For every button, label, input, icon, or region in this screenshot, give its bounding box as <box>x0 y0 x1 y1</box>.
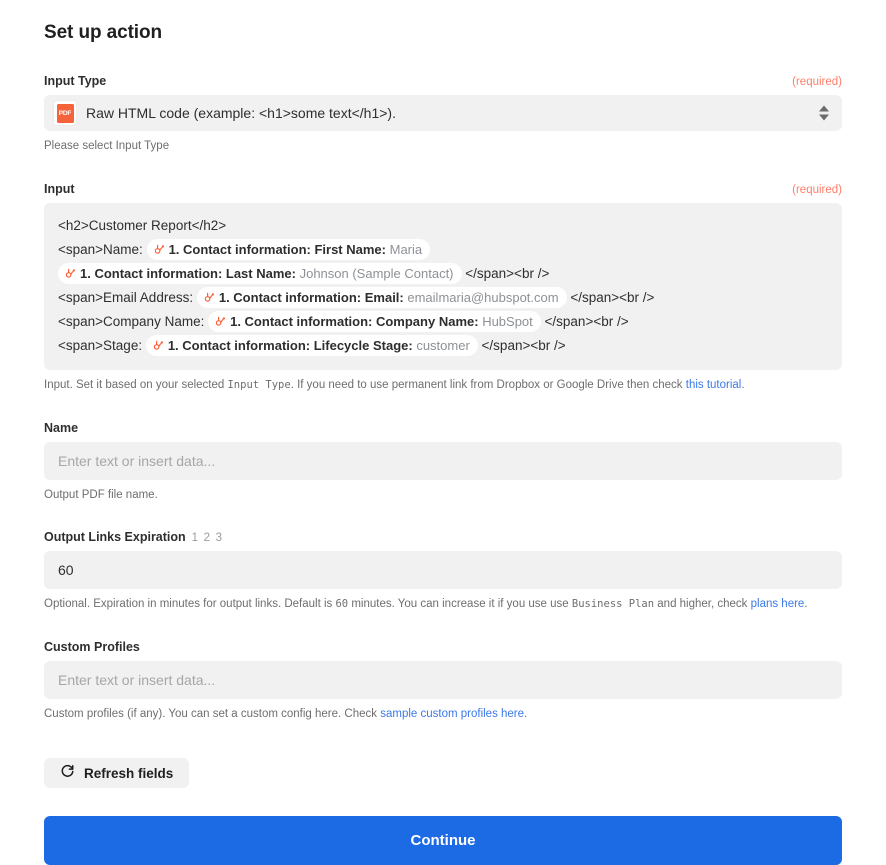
plans-here-link[interactable]: plans here <box>751 598 805 610</box>
code-line: <span>Name: 1. Contact information: Firs… <box>58 238 828 286</box>
pdf-file-icon: PDF <box>54 101 76 125</box>
custom-profiles-help: Custom profiles (if any). You can set a … <box>44 706 842 724</box>
data-token-chip[interactable]: 1. Contact information: Lifecycle Stage:… <box>146 335 478 356</box>
code-text: </span><br /> <box>567 290 655 305</box>
chevron-up-icon <box>819 106 829 112</box>
field-output-links-expiration: Output Links Expiration 1 2 3 60 Optiona… <box>44 530 842 614</box>
input-help-prefix: Input. Set it based on your selected <box>44 379 227 391</box>
code-text: </span><br /> <box>541 314 629 329</box>
expiration-help-mono-2: Business Plan <box>572 598 654 610</box>
input-type-label-left: Input Type <box>44 74 106 88</box>
field-name: Name Enter text or insert data... Output… <box>44 421 842 505</box>
name-input[interactable]: Enter text or insert data... <box>44 442 842 480</box>
custom-profiles-input[interactable]: Enter text or insert data... <box>44 661 842 699</box>
name-help: Output PDF file name. <box>44 487 842 505</box>
field-input-type: Input Type (required) PDF Raw HTML code … <box>44 74 842 156</box>
hubspot-sprocket-icon <box>152 338 168 353</box>
field-input: Input (required) <h2>Customer Report</h2… <box>44 182 842 395</box>
setup-action-page: Set up action Input Type (required) PDF … <box>0 0 886 865</box>
code-text: <span>Company Name: <box>58 314 208 329</box>
data-token-chip[interactable]: 1. Contact information: Company Name: Hu… <box>208 311 541 332</box>
expiration-help-suffix: . <box>804 598 807 610</box>
token-label: 1. Contact information: Email: <box>219 290 404 305</box>
field-custom-profiles: Custom Profiles Enter text or insert dat… <box>44 640 842 724</box>
token-label: 1. Contact information: First Name: <box>169 242 386 257</box>
refresh-icon <box>60 764 75 782</box>
input-type-label-row: Input Type (required) <box>44 74 842 88</box>
this-tutorial-link[interactable]: this tutorial <box>686 379 742 391</box>
input-required-badge: (required) <box>792 184 842 196</box>
input-type-label: Input Type <box>44 74 106 88</box>
code-text: </span><br /> <box>462 266 550 281</box>
custom-profiles-label-row: Custom Profiles <box>44 640 842 654</box>
code-line: <span>Email Address: 1. Contact informat… <box>58 286 828 310</box>
input-type-select[interactable]: PDF Raw HTML code (example: <h1>some tex… <box>44 95 842 131</box>
token-label: 1. Contact information: Last Name: <box>80 266 296 281</box>
input-label: Input <box>44 182 75 196</box>
code-text: </span><br /> <box>478 338 566 353</box>
input-label-left: Input <box>44 182 75 196</box>
code-text: <h2>Customer Report</h2> <box>58 218 226 233</box>
code-text: <span>Email Address: <box>58 290 197 305</box>
custom-profiles-label: Custom Profiles <box>44 640 140 654</box>
data-token-chip[interactable]: 1. Contact information: Last Name: Johns… <box>58 263 462 284</box>
expiration-help-prefix: Optional. Expiration in minutes for outp… <box>44 598 335 610</box>
hubspot-sprocket-icon <box>203 290 219 305</box>
custom-profiles-help-prefix: Custom profiles (if any). You can set a … <box>44 708 380 720</box>
sample-custom-profiles-link[interactable]: sample custom profiles here <box>380 708 524 720</box>
token-value: HubSpot <box>482 314 533 329</box>
token-value: customer <box>416 338 469 353</box>
hubspot-sprocket-icon <box>64 266 80 281</box>
token-value: emailmaria@hubspot.com <box>407 290 558 305</box>
select-stepper-arrows-icon[interactable] <box>819 106 829 121</box>
expiration-type-hint: 1 2 3 <box>192 532 224 544</box>
expiration-help-mid-1: minutes. You can increase it if you use … <box>348 598 572 610</box>
token-label: 1. Contact information: Company Name: <box>230 314 478 329</box>
custom-profiles-label-left: Custom Profiles <box>44 640 140 654</box>
continue-button[interactable]: Continue <box>44 816 842 865</box>
expiration-label: Output Links Expiration <box>44 530 186 544</box>
code-text: <span>Stage: <box>58 338 146 353</box>
page-title: Set up action <box>44 22 842 44</box>
hubspot-sprocket-icon <box>214 314 230 329</box>
name-label-left: Name <box>44 421 78 435</box>
code-line: <h2>Customer Report</h2> <box>58 214 828 238</box>
input-type-selected-value: Raw HTML code (example: <h1>some text</h… <box>86 105 396 121</box>
expiration-help-mid-2: and higher, check <box>654 598 751 610</box>
expiration-help-mono-1: 60 <box>335 598 348 610</box>
expiration-help: Optional. Expiration in minutes for outp… <box>44 596 842 614</box>
data-token-chip[interactable]: 1. Contact information: Email: emailmari… <box>197 287 567 308</box>
token-value: Maria <box>390 242 423 257</box>
code-text: <span>Name: <box>58 242 147 257</box>
chevron-down-icon <box>819 115 829 121</box>
data-token-chip[interactable]: 1. Contact information: First Name: Mari… <box>147 239 431 260</box>
expiration-input[interactable]: 60 <box>44 551 842 589</box>
pdf-icon-label: PDF <box>57 104 74 123</box>
input-help-suffix: . <box>741 379 744 391</box>
code-line: <span>Stage: 1. Contact information: Lif… <box>58 334 828 358</box>
hubspot-sprocket-icon <box>153 242 169 257</box>
input-code-editor[interactable]: <h2>Customer Report</h2> <span>Name: 1. C… <box>44 203 842 370</box>
name-label: Name <box>44 421 78 435</box>
input-type-help: Please select Input Type <box>44 138 842 156</box>
input-help: Input. Set it based on your selected Inp… <box>44 377 842 395</box>
refresh-fields-label: Refresh fields <box>84 766 173 781</box>
token-value: Johnson (Sample Contact) <box>300 266 454 281</box>
refresh-fields-button[interactable]: Refresh fields <box>44 758 189 788</box>
custom-profiles-help-suffix: . <box>524 708 527 720</box>
token-label: 1. Contact information: Lifecycle Stage: <box>168 338 413 353</box>
expiration-label-row: Output Links Expiration 1 2 3 <box>44 530 842 544</box>
input-help-middle: . If you need to use permanent link from… <box>291 379 686 391</box>
input-label-row: Input (required) <box>44 182 842 196</box>
input-type-required-badge: (required) <box>792 76 842 88</box>
input-help-mono: Input Type <box>227 379 290 391</box>
code-line: <span>Company Name: 1. Contact informati… <box>58 310 828 334</box>
expiration-label-left: Output Links Expiration 1 2 3 <box>44 530 223 544</box>
name-label-row: Name <box>44 421 842 435</box>
